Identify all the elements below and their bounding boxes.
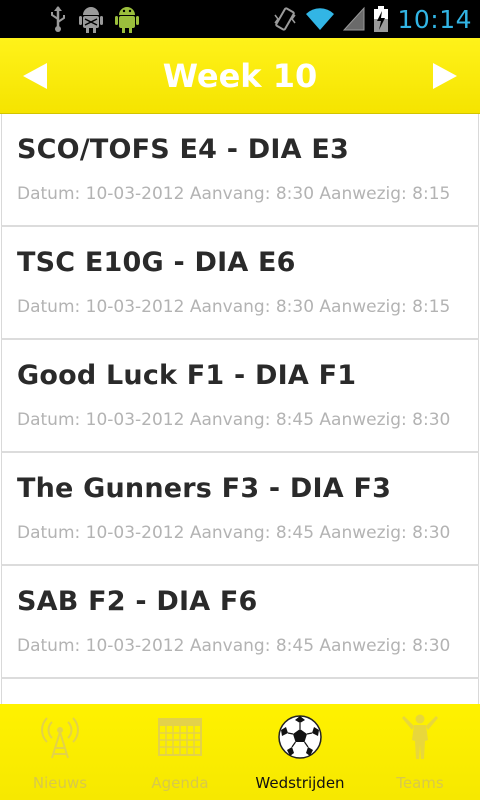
tab-label: Nieuws [32, 774, 88, 792]
match-teams: The Gunners F3 - DIA F3 [17, 473, 392, 504]
match-info: Datum: 10-03-2012 Aanvang: 8:45 Aanwezig… [17, 523, 451, 543]
tab-bar: Nieuws Agenda Wedstrijden Teams [0, 704, 480, 800]
list-item[interactable]: SCO/TOFS E4 - DIA E3 Datum: 10-03-2012 A… [1, 114, 479, 227]
match-teams: SCO/TOFS E4 - DIA E3 [17, 134, 349, 165]
match-list[interactable]: SCO/TOFS E4 - DIA E3 Datum: 10-03-2012 A… [0, 114, 480, 704]
notification-icons [48, 4, 140, 34]
week-title: Week 10 [162, 57, 318, 95]
android-icon [115, 7, 139, 33]
tab-wedstrijden[interactable]: Wedstrijden [240, 704, 360, 800]
list-item[interactable]: Good Luck F1 - DIA F1 Datum: 10-03-2012 … [1, 340, 479, 453]
vibrate-icon [274, 7, 297, 31]
week-header: Week 10 [0, 38, 480, 114]
tab-label: Wedstrijden [255, 774, 345, 792]
list-item[interactable] [1, 679, 479, 704]
list-item[interactable]: The Gunners F3 - DIA F3 Datum: 10-03-201… [1, 453, 479, 566]
android-debug-icon [79, 7, 103, 33]
match-teams: Good Luck F1 - DIA F1 [17, 360, 357, 391]
arrow-right-icon [433, 63, 457, 89]
antenna-icon [41, 717, 79, 759]
calendar-icon [158, 718, 202, 756]
tab-nieuws[interactable]: Nieuws [0, 704, 120, 800]
tab-teams[interactable]: Teams [360, 704, 480, 800]
match-info: Datum: 10-03-2012 Aanvang: 8:30 Aanwezig… [17, 297, 451, 317]
match-teams: TSC E10G - DIA E6 [17, 247, 296, 278]
next-week-button[interactable] [410, 38, 480, 114]
match-info: Datum: 10-03-2012 Aanvang: 8:45 Aanwezig… [17, 410, 451, 430]
soccer-ball-icon [278, 715, 322, 759]
match-info: Datum: 10-03-2012 Aanvang: 8:30 Aanwezig… [17, 184, 451, 204]
tab-label: Agenda [151, 774, 209, 792]
match-info: Datum: 10-03-2012 Aanvang: 8:45 Aanwezig… [17, 636, 451, 656]
clock: 10:14 [397, 4, 472, 34]
list-item[interactable]: SAB F2 - DIA F6 Datum: 10-03-2012 Aanvan… [1, 566, 479, 679]
system-icons: 10:14 [273, 4, 472, 34]
tab-agenda[interactable]: Agenda [120, 704, 240, 800]
signal-icon [343, 6, 365, 31]
match-teams: SAB F2 - DIA F6 [17, 586, 258, 617]
tab-label: Teams [396, 774, 444, 792]
list-item[interactable]: TSC E10G - DIA E6 Datum: 10-03-2012 Aanv… [1, 227, 479, 340]
usb-icon [51, 6, 65, 32]
battery-charging-icon [374, 6, 389, 32]
status-bar: 10:14 [0, 0, 480, 38]
wifi-icon [306, 8, 335, 30]
player-icon [402, 714, 438, 759]
